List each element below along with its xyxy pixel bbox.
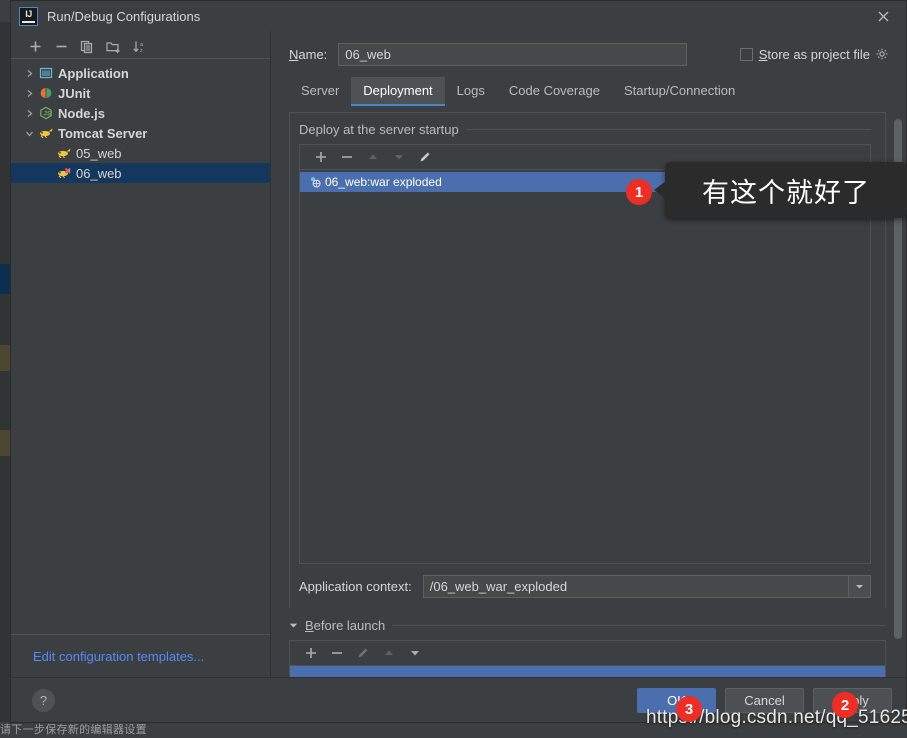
name-label: Name: <box>289 46 328 62</box>
tomcat-icon <box>37 126 55 140</box>
chevron-right-icon[interactable] <box>21 69 37 78</box>
tab-logs[interactable]: Logs <box>445 77 497 106</box>
dialog-titlebar: Run/Debug Configurations <box>11 1 906 31</box>
tomcat-icon <box>55 146 73 160</box>
artifact-icon <box>306 175 323 189</box>
deploy-group-header: Deploy at the server startup <box>290 113 885 142</box>
edit-artifact-button[interactable] <box>412 146 438 168</box>
annotation-badge-3: 3 <box>676 696 702 722</box>
chevron-down-icon[interactable] <box>21 129 37 138</box>
tree-item-label: JUnit <box>58 85 91 101</box>
tree-toolbar: a z <box>11 35 270 59</box>
artifact-label: 06_web:war exploded <box>325 175 442 189</box>
gear-icon[interactable] <box>876 48 889 61</box>
background-highlight-1 <box>0 264 10 294</box>
annotation-badge-2: 2 <box>832 692 858 718</box>
tab-code-coverage[interactable]: Code Coverage <box>497 77 612 106</box>
divider <box>466 129 871 130</box>
edit-configuration-templates-link[interactable]: Edit configuration templates... <box>11 634 270 677</box>
store-as-project-file-row[interactable]: Store as project file <box>739 46 889 62</box>
tree-item-tomcat-server[interactable]: Tomcat Server <box>11 123 270 143</box>
application-icon <box>37 66 55 80</box>
add-configuration-button[interactable] <box>22 37 48 57</box>
background-highlight-4 <box>0 0 10 22</box>
tree-item-junit[interactable]: JUnit <box>11 83 270 103</box>
store-as-project-file-label: Store as project file <box>758 46 870 62</box>
before-launch-box <box>289 640 886 677</box>
tree-item-label: 05_web <box>76 145 122 161</box>
configurations-tree[interactable]: Application JUnit JS Node.js Tomcat Serv… <box>11 59 270 634</box>
configuration-editor-pane: Name: Store as project file <box>271 31 906 677</box>
add-task-button[interactable] <box>298 642 324 664</box>
screen: 请下一步保存新的编辑器设置 Run/Debug Configurations <box>0 0 907 738</box>
run-debug-configurations-dialog: Run/Debug Configurations <box>10 0 907 723</box>
tree-item-label: Tomcat Server <box>58 125 148 141</box>
tree-item-application[interactable]: Application <box>11 63 270 83</box>
junit-icon <box>37 86 55 100</box>
before-launch-toolbar <box>290 641 885 666</box>
before-launch-title: Before launch <box>305 618 386 633</box>
chevron-right-icon[interactable] <box>21 109 37 118</box>
nodejs-icon: JS <box>37 106 55 120</box>
name-row: Name: Store as project file <box>271 31 906 77</box>
artifact-rows: 06_web:war exploded <box>300 170 870 563</box>
dialog-title: Run/Debug Configurations <box>47 8 201 24</box>
new-folder-button[interactable] <box>100 37 126 57</box>
tab-server[interactable]: Server <box>289 77 351 106</box>
store-as-project-file-checkbox[interactable] <box>739 47 753 61</box>
background-highlight-2 <box>0 345 10 371</box>
application-context-label: Application context: <box>299 578 412 594</box>
intellij-logo-icon <box>19 6 38 26</box>
tree-item-06-web[interactable]: 06_web <box>11 163 270 183</box>
task-move-up-button[interactable] <box>376 642 402 664</box>
chevron-right-icon[interactable] <box>21 89 37 98</box>
move-up-button[interactable] <box>360 146 386 168</box>
tree-item-label: 06_web <box>76 165 122 181</box>
name-input[interactable] <box>338 42 688 66</box>
annotation-callout: 有这个就好了 <box>665 162 907 218</box>
remove-task-button[interactable] <box>324 642 350 664</box>
tree-item-label: Application <box>58 65 129 81</box>
dialog-body: a z Application JUnit JS Node.js Tomcat … <box>11 31 906 677</box>
edit-task-button[interactable] <box>350 642 376 664</box>
remove-configuration-button[interactable] <box>48 37 74 57</box>
tree-item-nodejs[interactable]: JS Node.js <box>11 103 270 123</box>
remove-artifact-button[interactable] <box>334 146 360 168</box>
before-launch-section: Before launch <box>289 608 886 677</box>
configuration-tabs[interactable]: Server Deployment Logs Code Coverage Sta… <box>271 77 906 106</box>
sort-alphabetically-button[interactable]: a z <box>126 37 152 57</box>
svg-text:z: z <box>140 48 143 54</box>
application-context-row: Application context: <box>290 564 885 608</box>
task-move-down-button[interactable] <box>402 642 428 664</box>
collapse-triangle-icon[interactable] <box>289 622 298 629</box>
divider <box>392 625 886 626</box>
background-highlight-3 <box>0 430 10 456</box>
copy-configuration-button[interactable] <box>74 37 100 57</box>
configurations-pane: a z Application JUnit JS Node.js Tomcat … <box>11 31 271 677</box>
move-down-button[interactable] <box>386 146 412 168</box>
chevron-down-icon[interactable] <box>848 575 870 597</box>
annotation-badge-1: 1 <box>626 179 652 205</box>
tab-deployment[interactable]: Deployment <box>351 77 445 106</box>
deploy-group-title: Deploy at the server startup <box>299 122 459 137</box>
svg-text:JS: JS <box>43 111 52 118</box>
tomcat-error-icon <box>55 166 73 180</box>
tree-item-05-web[interactable]: 05_web <box>11 143 270 163</box>
before-launch-task-row[interactable] <box>290 666 885 677</box>
help-button[interactable]: ? <box>32 688 55 712</box>
close-icon[interactable] <box>860 1 906 31</box>
before-launch-header[interactable]: Before launch <box>289 618 886 633</box>
tree-item-label: Node.js <box>58 105 105 121</box>
application-context-input[interactable] <box>423 575 848 597</box>
add-artifact-button[interactable] <box>308 146 334 168</box>
application-context-combo[interactable] <box>422 574 871 598</box>
tab-startup-connection[interactable]: Startup/Connection <box>612 77 747 106</box>
